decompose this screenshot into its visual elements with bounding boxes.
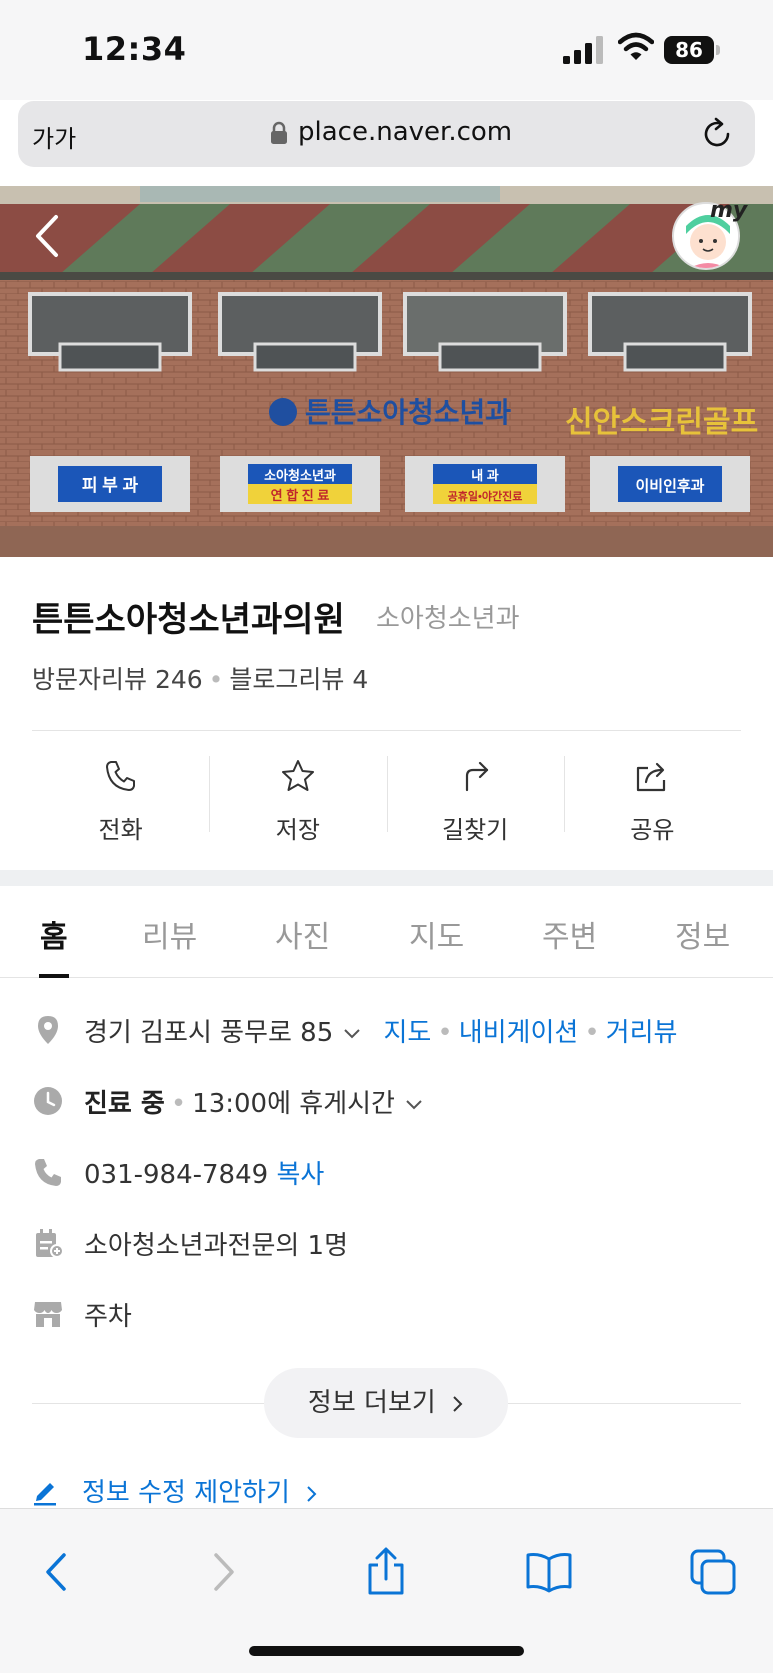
phone-icon xyxy=(105,761,135,791)
share-icon xyxy=(637,762,666,792)
more-info-button[interactable]: 정보 더보기 xyxy=(264,1368,508,1438)
doctor-calendar-icon xyxy=(36,1229,64,1258)
place-name: 튼튼소아청소년과의원 xyxy=(32,600,345,640)
browser-forward-icon[interactable] xyxy=(198,1547,248,1597)
phone-number[interactable]: 031-984-7849 xyxy=(84,1160,268,1190)
star-icon xyxy=(281,760,314,791)
tab-photos[interactable]: 사진 xyxy=(275,912,330,956)
lock-icon xyxy=(271,121,287,144)
action-bar: 전화 저장 길찾기 공유 xyxy=(32,740,741,850)
battery-icon: 86 xyxy=(664,36,720,64)
phone-row: 031-984-7849 복사 xyxy=(32,1152,752,1192)
tab-reviews[interactable]: 리뷰 xyxy=(142,912,197,956)
back-icon[interactable] xyxy=(30,213,62,259)
wifi-icon xyxy=(618,32,654,60)
map-link[interactable]: 지도 xyxy=(384,1018,432,1048)
bookmarks-icon[interactable] xyxy=(524,1547,574,1597)
tab-info[interactable]: 정보 xyxy=(675,912,730,956)
sign-night-care: 공휴일•야간진료 xyxy=(448,489,523,503)
text-size-button[interactable]: 가가 xyxy=(32,119,76,154)
suggest-edit-label: 정보 수정 제안하기 xyxy=(82,1478,290,1508)
tab-home[interactable]: 홈 xyxy=(40,912,68,956)
url-text[interactable]: place.naver.com xyxy=(298,117,512,147)
home-indicator xyxy=(249,1646,524,1656)
parking-text: 주차 xyxy=(84,1302,132,1332)
place-category: 소아청소년과 xyxy=(376,604,520,634)
neighbor-sign: 신안스크린골프 xyxy=(565,406,758,439)
review-counts: 방문자리뷰 246 • 블로그리뷰 4 xyxy=(32,665,369,694)
address-text[interactable]: 경기 김포시 풍무로 85 xyxy=(84,1018,333,1048)
tab-nearby[interactable]: 주변 xyxy=(542,912,597,956)
store-icon xyxy=(34,1302,62,1327)
status-time: 12:34 xyxy=(82,30,187,68)
section-divider xyxy=(0,870,773,886)
sign-ent: 이비인후과 xyxy=(635,477,704,495)
my-label: my xyxy=(710,198,748,223)
save-label: 저장 xyxy=(275,816,320,844)
location-pin-icon xyxy=(38,1016,58,1044)
doctors-text: 소아청소년과전문의 1명 xyxy=(84,1231,349,1261)
sign-dermatology: 피 부 과 xyxy=(82,476,139,495)
blog-reviews-link[interactable]: 블로그리뷰 4 xyxy=(229,665,368,694)
chevron-down-icon[interactable] xyxy=(343,1028,361,1040)
more-info-label: 정보 더보기 xyxy=(307,1388,436,1418)
divider xyxy=(32,730,741,731)
pencil-icon xyxy=(34,1483,56,1506)
street-view-link[interactable]: 거리뷰 xyxy=(606,1018,678,1048)
call-label: 전화 xyxy=(98,816,143,844)
save-button[interactable]: 저장 xyxy=(209,740,386,850)
status-bar: 12:34 86 xyxy=(0,0,773,100)
cellular-signal-icon xyxy=(563,36,603,64)
sign-joint-care: 연 합 진 료 xyxy=(271,488,330,503)
clock-icon xyxy=(34,1087,62,1115)
chevron-right-icon xyxy=(307,1485,317,1502)
directions-label: 길찾기 xyxy=(442,816,509,844)
directions-icon xyxy=(466,761,489,792)
doctors-row: 소아청소년과전문의 1명 xyxy=(32,1223,752,1263)
battery-level: 86 xyxy=(664,36,714,64)
address-bar[interactable]: 가가 place.naver.com xyxy=(18,101,755,167)
hours-row[interactable]: 진료 중 • 13:00에 휴게시간 xyxy=(32,1081,752,1121)
active-tab-indicator xyxy=(39,974,69,978)
parking-row: 주차 xyxy=(32,1294,752,1334)
phone-icon xyxy=(35,1159,61,1186)
share-label: 공유 xyxy=(630,816,675,844)
tabs-icon[interactable] xyxy=(688,1547,738,1597)
chevron-down-icon[interactable] xyxy=(405,1099,423,1111)
place-photo[interactable]: 튼튼소아청소년과 신안스크린골프 피 부 과 소아청소년과 연 합 진 료 내 … xyxy=(0,186,773,557)
browser-share-icon[interactable] xyxy=(361,1547,411,1597)
break-time: 13:00에 휴게시간 xyxy=(192,1089,395,1119)
tab-bar: 홈 리뷰 사진 지도 주변 정보 xyxy=(0,886,773,978)
call-button[interactable]: 전화 xyxy=(32,740,209,850)
building-sign: 튼튼소아청소년과 xyxy=(305,397,511,428)
copy-link[interactable]: 복사 xyxy=(276,1160,324,1190)
directions-button[interactable]: 길찾기 xyxy=(386,740,564,850)
open-status: 진료 중 xyxy=(84,1089,165,1119)
sign-internal-medicine: 내 과 xyxy=(471,468,499,483)
visitor-reviews-link[interactable]: 방문자리뷰 246 xyxy=(32,665,203,694)
navigation-link[interactable]: 내비게이션 xyxy=(459,1018,579,1048)
reload-icon[interactable] xyxy=(700,117,734,151)
browser-back-icon[interactable] xyxy=(32,1547,82,1597)
sign-pediatrics: 소아청소년과 xyxy=(264,468,336,483)
chevron-right-icon xyxy=(453,1395,463,1412)
share-button[interactable]: 공유 xyxy=(563,740,741,850)
tab-map[interactable]: 지도 xyxy=(409,912,464,956)
address-row: 경기 김포시 풍무로 85 지도 • 내비게이션 • 거리뷰 xyxy=(32,1010,752,1050)
